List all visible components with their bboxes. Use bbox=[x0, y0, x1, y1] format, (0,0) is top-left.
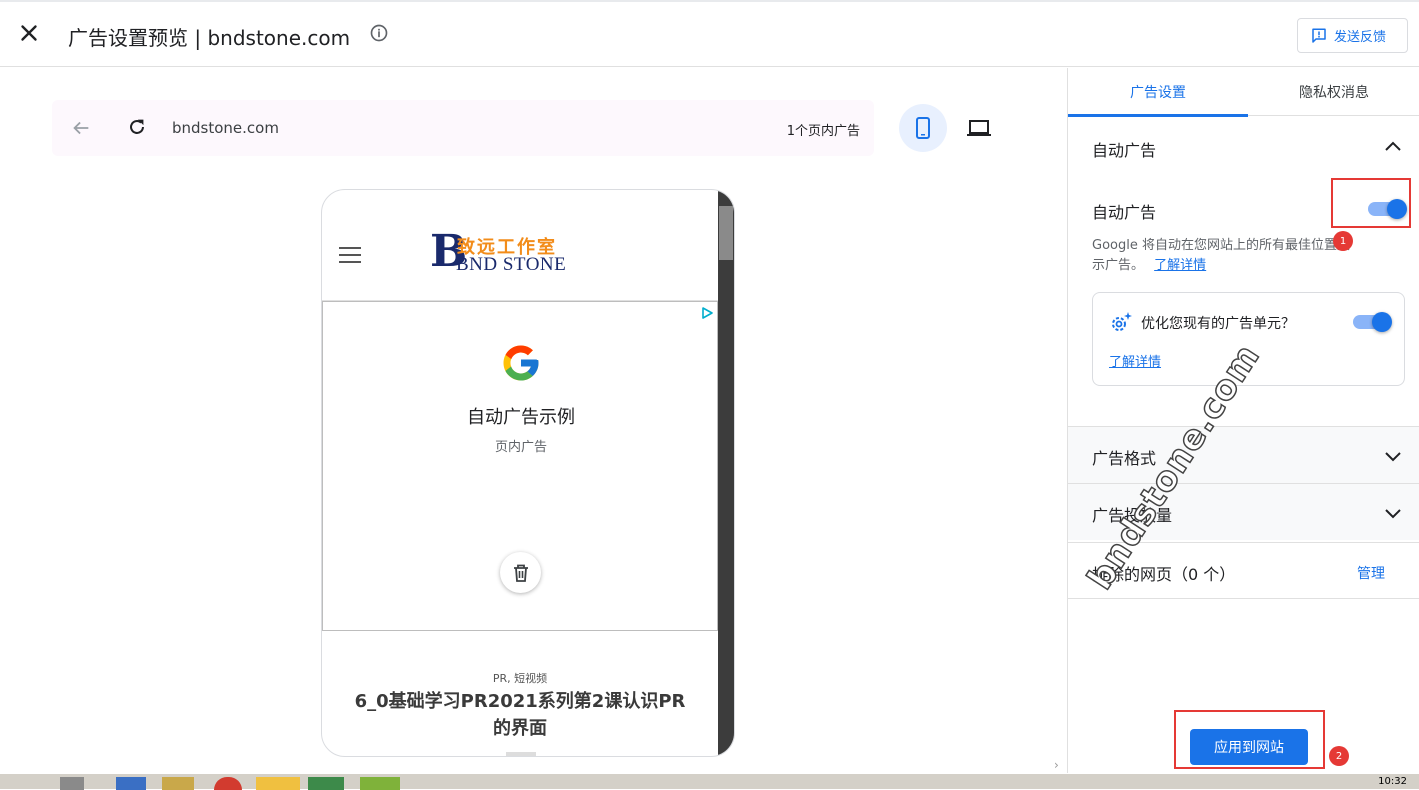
in-page-ad-placeholder: 自动广告示例 页内广告 bbox=[322, 301, 718, 631]
close-button[interactable] bbox=[16, 20, 42, 46]
auto-ads-description-text: Google 将自动在您网站上的所有最佳位置展示广告。 bbox=[1092, 238, 1350, 273]
auto-ads-section-title: 自动广告 bbox=[1092, 141, 1157, 160]
ad-sample-subtitle: 页内广告 bbox=[494, 440, 547, 455]
pane-scroll-chevron-icon[interactable]: › bbox=[1054, 758, 1059, 772]
preview-url: bndstone.com bbox=[172, 119, 279, 137]
tab-ad-settings[interactable]: 广告设置 bbox=[1068, 68, 1248, 117]
chevron-down-icon[interactable] bbox=[1383, 505, 1403, 521]
taskbar-app-icon[interactable] bbox=[360, 777, 400, 790]
auto-ads-learn-more-link[interactable]: 了解详情 bbox=[1154, 258, 1206, 273]
reload-icon[interactable] bbox=[126, 116, 148, 138]
preview-pane: bndstone.com 1个页内广告 B 致远工作室 BND STONE 自动… bbox=[0, 68, 1067, 773]
sparkle-gear-icon bbox=[1112, 312, 1132, 331]
hamburger-menu-icon[interactable] bbox=[339, 247, 361, 263]
article-title[interactable]: 6_0基础学习PR2021系列第2课认识PR的界面 bbox=[352, 688, 688, 742]
site-logo-english: BND STONE bbox=[456, 254, 567, 275]
laptop-icon bbox=[967, 120, 991, 136]
chevron-up-icon[interactable] bbox=[1383, 138, 1403, 154]
active-tab-indicator bbox=[1068, 114, 1248, 117]
delete-ad-button[interactable] bbox=[500, 552, 541, 593]
phone-preview-frame: B 致远工作室 BND STONE 自动广告示例 页内广告 PR, 短视频 6_… bbox=[321, 189, 735, 757]
top-bar: 广告设置预览 | bndstone.com 发送反馈 bbox=[0, 0, 1419, 67]
optimize-learn-more-link[interactable]: 了解详情 bbox=[1109, 351, 1161, 370]
settings-panel: 广告设置 隐私权消息 自动广告 自动广告 Google 将自动在您网站上的所有最… bbox=[1067, 68, 1419, 773]
trash-icon bbox=[513, 564, 528, 582]
optimize-ad-units-toggle[interactable] bbox=[1353, 312, 1392, 332]
feedback-icon bbox=[1312, 28, 1326, 43]
taskbar-app-icon[interactable] bbox=[256, 777, 300, 790]
back-arrow-icon[interactable] bbox=[70, 117, 92, 139]
mobile-view-button[interactable] bbox=[899, 104, 947, 152]
adchoices-icon[interactable] bbox=[701, 307, 713, 319]
annotation-badge-2: 2 bbox=[1329, 746, 1349, 766]
preview-url-bar: bndstone.com 1个页内广告 bbox=[52, 100, 874, 156]
taskbar-clock: 10:32 bbox=[1378, 776, 1407, 787]
send-feedback-label: 发送反馈 bbox=[1334, 30, 1387, 45]
annotation-box-2 bbox=[1174, 710, 1325, 769]
settings-tabs: 广告设置 隐私权消息 bbox=[1068, 68, 1419, 117]
taskbar-app-icon[interactable] bbox=[162, 777, 194, 790]
phone-scrollbar-thumb[interactable] bbox=[719, 206, 733, 260]
tab-privacy-messages-label: 隐私权消息 bbox=[1299, 85, 1369, 101]
os-taskbar: 10:32 bbox=[0, 773, 1419, 790]
annotation-box-1 bbox=[1331, 178, 1411, 228]
annotation-badge-1: 1 bbox=[1333, 231, 1353, 251]
ad-sample-title: 自动广告示例 bbox=[467, 407, 575, 428]
ad-formats-section[interactable]: 广告格式 bbox=[1068, 426, 1419, 483]
smartphone-icon bbox=[916, 117, 930, 139]
ad-formats-title: 广告格式 bbox=[1092, 449, 1157, 468]
ad-count-label: 1个页内广告 bbox=[786, 124, 860, 139]
page-title: 广告设置预览 | bndstone.com bbox=[68, 26, 351, 50]
phone-home-indicator bbox=[506, 752, 536, 756]
info-icon[interactable] bbox=[369, 23, 389, 43]
article-category: PR, 短视频 bbox=[492, 672, 548, 685]
phone-scrollbar[interactable] bbox=[718, 190, 734, 756]
auto-ads-description: Google 将自动在您网站上的所有最佳位置展示广告。 了解详情 bbox=[1092, 236, 1352, 276]
google-g-logo-icon bbox=[503, 345, 539, 381]
close-icon bbox=[21, 25, 37, 41]
send-feedback-button[interactable]: 发送反馈 bbox=[1297, 18, 1408, 53]
taskbar-app-icon[interactable] bbox=[214, 777, 242, 790]
chevron-down-icon[interactable] bbox=[1383, 448, 1403, 464]
tab-ad-settings-label: 广告设置 bbox=[1130, 85, 1186, 101]
optimize-ad-units-label: 优化您现有的广告单元？ bbox=[1141, 316, 1295, 332]
desktop-view-button[interactable] bbox=[958, 104, 1000, 152]
taskbar-app-icon[interactable] bbox=[60, 777, 84, 790]
taskbar-app-icon[interactable] bbox=[116, 777, 146, 790]
toggle-knob bbox=[1372, 312, 1392, 332]
tab-privacy-messages[interactable]: 隐私权消息 bbox=[1248, 68, 1419, 116]
taskbar-app-icon[interactable] bbox=[308, 777, 344, 790]
auto-ads-toggle-label: 自动广告 bbox=[1092, 203, 1157, 222]
manage-excluded-link[interactable]: 管理 bbox=[1357, 563, 1385, 583]
site-header: B 致远工作室 BND STONE bbox=[322, 190, 718, 301]
